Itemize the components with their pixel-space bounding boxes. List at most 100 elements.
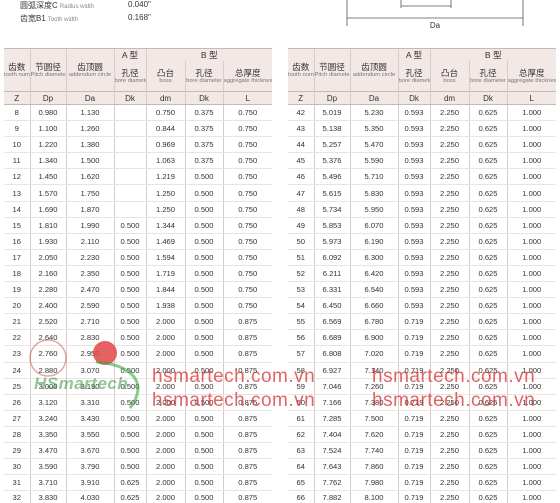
cell-dk-a: 0.719 — [397, 442, 430, 460]
table-row: 32 3.830 4.030 0.625 2.000 0.500 0.875 — [4, 490, 273, 503]
cell-l: 1.000 — [506, 458, 557, 476]
cell-dk-a — [113, 201, 146, 218]
cell-da: 1.260 — [65, 120, 114, 138]
cell-dm: 2.250 — [429, 362, 469, 379]
cell-da: 3.430 — [65, 410, 114, 427]
sym-dk-a: Dk — [397, 91, 430, 105]
cell-dp: 2.640 — [29, 329, 66, 347]
cell-z: 29 — [4, 442, 30, 460]
cell-z: 55 — [288, 313, 314, 331]
cell-dm: 2.250 — [429, 345, 469, 363]
cell-da: 3.070 — [65, 362, 114, 379]
cell-dp: 6.927 — [313, 362, 350, 379]
table-row: 52 6.211 6.420 0.593 2.250 0.625 1.000 — [288, 265, 557, 283]
cell-dp: 5.019 — [313, 104, 350, 122]
cell-z: 47 — [288, 184, 314, 202]
spec-line-radius: 圆弧深度C Radius width 0.040" — [20, 0, 151, 11]
cell-da: 8.100 — [349, 490, 398, 503]
cell-dm: 2.250 — [429, 168, 469, 186]
cell-dk-b: 0.500 — [184, 265, 223, 283]
table-row: 42 5.019 5.230 0.593 2.250 0.625 1.000 — [288, 104, 557, 122]
header-boss: 凸台 boss — [429, 61, 469, 92]
cell-dk-a — [113, 184, 146, 202]
table-row: 66 7.882 8.100 0.719 2.250 0.625 1.000 — [288, 490, 557, 503]
cell-dm: 2.000 — [145, 474, 185, 492]
cell-dp: 7.643 — [313, 458, 350, 476]
table-row: 46 5.496 5.710 0.593 2.250 0.625 1.000 — [288, 168, 557, 186]
cell-dp: 6.569 — [313, 313, 350, 331]
cell-dk-b: 0.625 — [468, 426, 507, 443]
cell-dm: 2.250 — [429, 217, 469, 234]
cell-dk-b: 0.500 — [184, 281, 223, 299]
cell-dm: 1.250 — [145, 184, 185, 202]
cell-dk-a: 0.500 — [113, 313, 146, 331]
cell-dk-b: 0.500 — [184, 345, 223, 363]
cell-z: 23 — [4, 345, 30, 363]
cell-z: 17 — [4, 249, 30, 266]
cell-dp: 5.973 — [313, 233, 350, 250]
table-row: 53 6.331 6.540 0.593 2.250 0.625 1.000 — [288, 281, 557, 299]
cell-l: 0.750 — [222, 168, 273, 186]
sym-l: L — [222, 91, 273, 105]
cell-dp: 6.450 — [313, 297, 350, 315]
cell-dm: 2.250 — [429, 410, 469, 427]
cell-dk-a: 0.593 — [397, 265, 430, 283]
cell-dp: 6.092 — [313, 249, 350, 266]
cell-dk-b: 0.625 — [468, 120, 507, 138]
cell-dk-b: 0.375 — [184, 152, 223, 170]
cell-dk-b: 0.500 — [184, 458, 223, 476]
cell-z: 25 — [4, 378, 30, 395]
table-row: 24 2.880 3.070 0.500 2.000 0.500 0.875 — [4, 362, 273, 379]
cell-dk-a: 0.625 — [113, 490, 146, 503]
cell-dk-b: 0.625 — [468, 184, 507, 202]
diagram-da-label: Da — [430, 21, 441, 30]
cell-dp: 3.830 — [29, 490, 66, 503]
cell-dk-a: 0.625 — [113, 474, 146, 492]
cell-dp: 1.930 — [29, 233, 66, 250]
header-aggregate-thickness: 总厚度 aggregate thickness — [222, 61, 273, 92]
cell-dm: 2.250 — [429, 442, 469, 460]
cell-dk-b: 0.625 — [468, 410, 507, 427]
cell-dp: 7.404 — [313, 426, 350, 443]
cell-dk-b: 0.625 — [468, 233, 507, 250]
cell-dk-b: 0.625 — [468, 378, 507, 395]
sym-dk-a: Dk — [113, 91, 146, 105]
cell-l: 1.000 — [506, 362, 557, 379]
table-row: 15 1.810 1.990 0.500 1.344 0.500 0.750 — [4, 217, 273, 234]
table-row: 45 5.376 5.590 0.593 2.250 0.625 1.000 — [288, 152, 557, 170]
header-type-a: A 型 — [113, 48, 146, 61]
cell-da: 1.620 — [65, 168, 114, 186]
cell-dk-b: 0.625 — [468, 458, 507, 476]
table-row: 19 2.280 2.470 0.500 1.844 0.500 0.750 — [4, 281, 273, 299]
header-bore-a: 孔径bore diameter — [397, 61, 430, 92]
table-row: 55 6.569 6.780 0.719 2.250 0.625 1.000 — [288, 313, 557, 331]
cell-z: 65 — [288, 474, 314, 492]
header-bore-b: 孔径 bore diameter — [184, 61, 223, 92]
table-row: 14 1.690 1.870 1.250 0.500 0.750 — [4, 201, 273, 218]
cell-dk-b: 0.625 — [468, 329, 507, 347]
cell-l: 0.875 — [222, 329, 273, 347]
table-row: 31 3.710 3.910 0.625 2.000 0.500 0.875 — [4, 474, 273, 492]
cell-dk-b: 0.500 — [184, 329, 223, 347]
cell-dk-a: 0.593 — [397, 168, 430, 186]
cell-dm: 2.250 — [429, 120, 469, 138]
header-boss: 凸台 boss — [145, 61, 185, 92]
cell-dm: 2.250 — [429, 233, 469, 250]
cell-dm: 2.250 — [429, 184, 469, 202]
cell-dp: 7.166 — [313, 394, 350, 411]
cell-da: 1.870 — [65, 201, 114, 218]
table-row: 30 3.590 3.790 0.500 2.000 0.500 0.875 — [4, 458, 273, 476]
header-pitch-diameter: 节圆径 Pitch diameter — [313, 48, 350, 92]
cell-da: 6.420 — [349, 265, 398, 283]
header-tooth-number: 齿数tooth number — [4, 48, 30, 92]
cell-dk-a: 0.593 — [397, 249, 430, 266]
cell-l: 0.750 — [222, 201, 273, 218]
cell-da: 5.830 — [349, 184, 398, 202]
cell-z: 48 — [288, 201, 314, 218]
cell-dk-a: 0.593 — [397, 104, 430, 122]
cell-dm: 2.250 — [429, 281, 469, 299]
cell-dk-a: 0.500 — [113, 345, 146, 363]
cell-l: 1.000 — [506, 136, 557, 154]
table-row: 44 5.257 5.470 0.593 2.250 0.625 1.000 — [288, 136, 557, 154]
cell-dm: 2.250 — [429, 394, 469, 411]
